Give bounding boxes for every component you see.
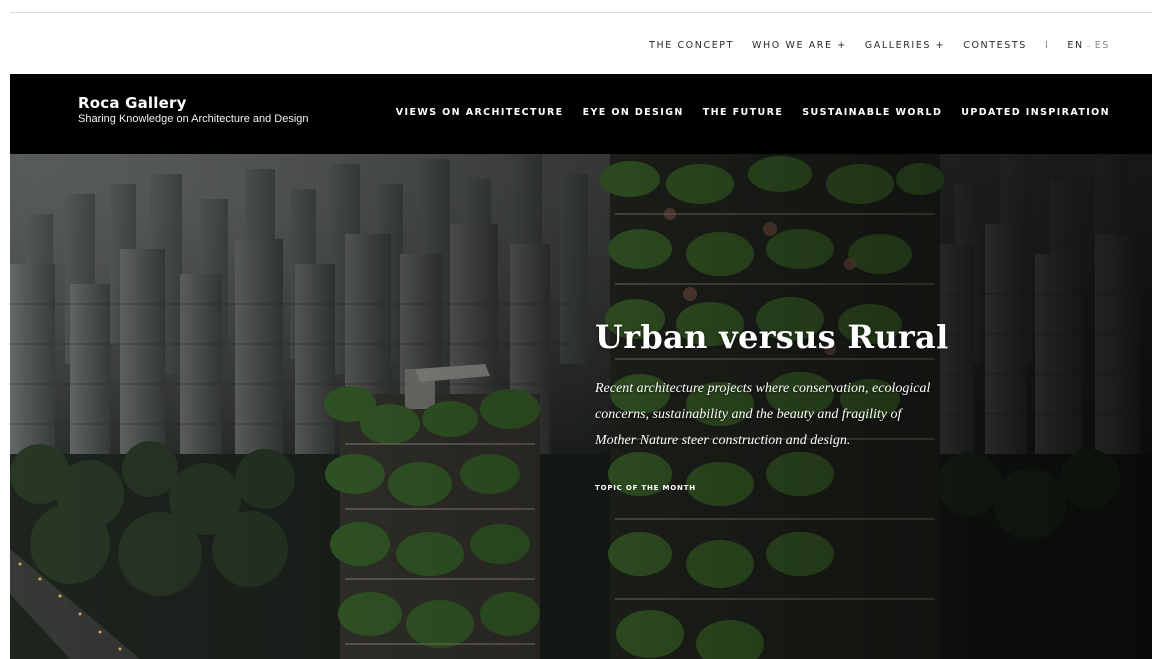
brand-name: Roca Gallery: [78, 94, 187, 112]
top-utility-bar: THE CONCEPT WHO WE ARE + GALLERIES + CON…: [10, 12, 1152, 74]
main-nav-eye-on-design[interactable]: EYE ON DESIGN: [583, 107, 684, 118]
hero-title[interactable]: Urban versus Rural: [595, 318, 1115, 356]
language-en-link[interactable]: EN: [1067, 40, 1083, 51]
main-nav-sustainable-world[interactable]: SUSTAINABLE WORLD: [802, 107, 942, 118]
main-nav: VIEWS ON ARCHITECTURE EYE ON DESIGN THE …: [396, 107, 1110, 118]
main-nav-the-future[interactable]: THE FUTURE: [703, 107, 783, 118]
main-header: Roca Gallery Sharing Knowledge on Archit…: [10, 74, 1152, 154]
hero-banner[interactable]: Urban versus Rural Recent architecture p…: [10, 154, 1152, 659]
topic-of-the-month-link[interactable]: TOPIC OF THE MONTH: [595, 484, 696, 492]
main-nav-updated-inspiration[interactable]: UPDATED INSPIRATION: [961, 107, 1110, 118]
language-switcher: EN – ES: [1067, 40, 1110, 51]
language-divider: –: [1086, 41, 1092, 50]
page-left-margin: [0, 0, 10, 659]
hero-content: Urban versus Rural Recent architecture p…: [595, 318, 1115, 495]
top-nav: THE CONCEPT WHO WE ARE + GALLERIES + CON…: [649, 40, 1110, 51]
top-nav-the-concept[interactable]: THE CONCEPT: [649, 40, 734, 51]
brand-logo[interactable]: Roca Gallery Sharing Knowledge on Archit…: [78, 94, 309, 126]
top-nav-separator: I: [1044, 40, 1050, 51]
language-es-link[interactable]: ES: [1095, 40, 1110, 51]
main-nav-views-on-architecture[interactable]: VIEWS ON ARCHITECTURE: [396, 107, 564, 118]
top-nav-galleries[interactable]: GALLERIES +: [865, 40, 945, 51]
hero-description: Recent architecture projects where conse…: [595, 381, 931, 448]
top-nav-who-we-are[interactable]: WHO WE ARE +: [752, 40, 847, 51]
brand-tagline: Sharing Knowledge on Architecture and De…: [78, 113, 309, 125]
top-nav-contests[interactable]: CONTESTS: [963, 40, 1027, 51]
page: THE CONCEPT WHO WE ARE + GALLERIES + CON…: [0, 0, 1152, 659]
